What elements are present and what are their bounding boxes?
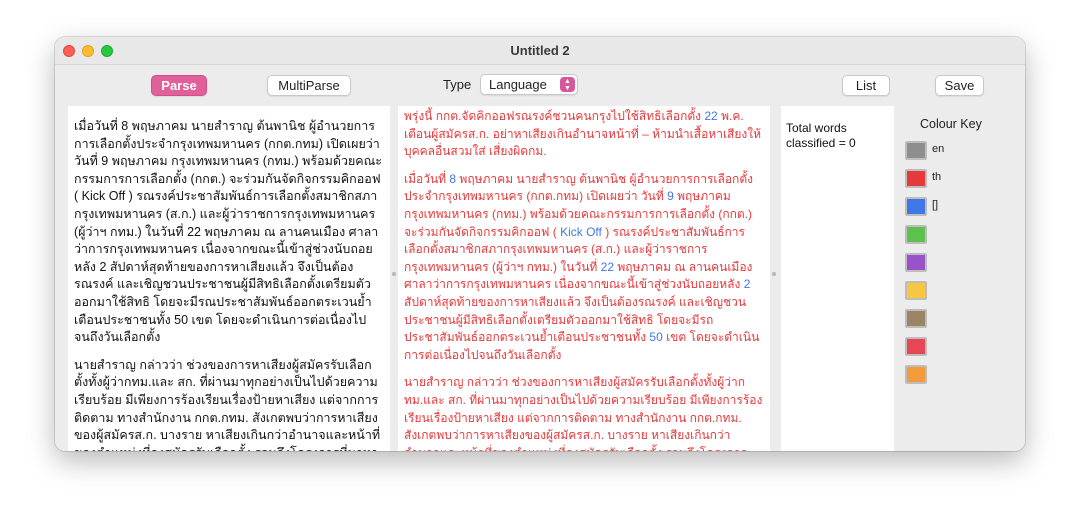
- colour-key-label: []: [932, 199, 939, 211]
- colour-swatch[interactable]: [905, 309, 927, 328]
- colour-key-row: [905, 365, 1015, 393]
- colour-key-row: [905, 309, 1015, 337]
- colour-key-row: [905, 281, 1015, 309]
- colour-key-label: th: [932, 171, 942, 183]
- output-paragraph: นายสำราญ กล่าวว่า ช่วงของการหาเสียงผู้สม…: [404, 374, 764, 451]
- stats-pane: Total words classified = 0: [781, 106, 894, 451]
- token-en: 22: [704, 109, 718, 123]
- token-en: 50: [649, 330, 663, 345]
- colour-key-row: th: [905, 169, 1015, 197]
- colour-key-row: [905, 225, 1015, 253]
- colour-key-row: []: [905, 197, 1015, 225]
- colour-swatch[interactable]: [905, 197, 927, 216]
- parse-button[interactable]: Parse: [151, 75, 207, 96]
- total-words-text: Total words classified = 0: [786, 121, 856, 150]
- input-paragraph: นายสำราญ กล่าวว่า ช่วงของการหาเสียงผู้สม…: [74, 357, 381, 451]
- colour-key-row: [905, 253, 1015, 281]
- token-th: พรุ่งนี้ กกต.จัดคิกออฟรณรงค์ชวนคนกรุงไปใ…: [404, 109, 705, 123]
- token-en: Kick Off: [560, 224, 602, 239]
- type-select[interactable]: Language ▲ ▼: [480, 74, 578, 95]
- multiparse-button[interactable]: MultiParse: [267, 75, 351, 96]
- list-button[interactable]: List: [842, 75, 890, 96]
- app-window: Untitled 2 Parse MultiParse Type Languag…: [55, 37, 1025, 451]
- token-th: เมื่อวันที่: [404, 171, 450, 186]
- select-arrows-icon: ▲ ▼: [560, 77, 575, 92]
- save-button[interactable]: Save: [935, 75, 984, 96]
- toolbar: Parse MultiParse Type Language ▲ ▼ List S…: [55, 65, 1025, 105]
- title-bar: Untitled 2: [55, 37, 1025, 65]
- token-en: 2: [743, 277, 751, 292]
- colour-swatch[interactable]: [905, 225, 927, 244]
- output-text-pane[interactable]: พรุ่งนี้ กกต.จัดคิกออฟรณรงค์ชวนคนกรุงไปใ…: [398, 106, 770, 451]
- output-paragraph: เมื่อวันที่ 8 พฤษภาคม นายสำราญ ต้นพานิช …: [404, 171, 764, 365]
- token-th: นายสำราญ กล่าวว่า ช่วงของการหาเสียงผู้สม…: [404, 375, 763, 451]
- colour-swatch[interactable]: [905, 365, 927, 384]
- token-en: 22: [600, 259, 614, 274]
- colour-key-title: Colour Key: [920, 117, 982, 131]
- colour-swatch[interactable]: [905, 141, 927, 160]
- window-title: Untitled 2: [510, 43, 570, 58]
- colour-swatch[interactable]: [905, 281, 927, 300]
- colour-key-panel: Colour Key en th []: [905, 117, 1015, 393]
- colour-key-row: [905, 337, 1015, 365]
- colour-swatch[interactable]: [905, 169, 927, 188]
- output-paragraph: พรุ่งนี้ กกต.จัดคิกออฟรณรงค์ชวนคนกรุงไปใ…: [404, 108, 764, 161]
- token-en: 9: [667, 189, 674, 204]
- colour-key-row: en: [905, 141, 1015, 169]
- type-select-value: Language: [489, 77, 547, 92]
- split-divider-left[interactable]: [390, 106, 398, 451]
- divider-grip-icon: [772, 272, 776, 276]
- colour-swatch[interactable]: [905, 337, 927, 356]
- colour-key-label: en: [932, 143, 945, 155]
- type-label: Type: [443, 77, 472, 92]
- split-divider-right[interactable]: [770, 106, 778, 451]
- divider-grip-icon: [392, 272, 396, 276]
- input-text-pane[interactable]: เมื่อวันที่ 8 พฤษภาคม นายสำราญ ต้นพานิช …: [68, 106, 390, 451]
- input-paragraph: เมื่อวันที่ 8 พฤษภาคม นายสำราญ ต้นพานิช …: [74, 119, 382, 345]
- colour-swatch[interactable]: [905, 253, 927, 272]
